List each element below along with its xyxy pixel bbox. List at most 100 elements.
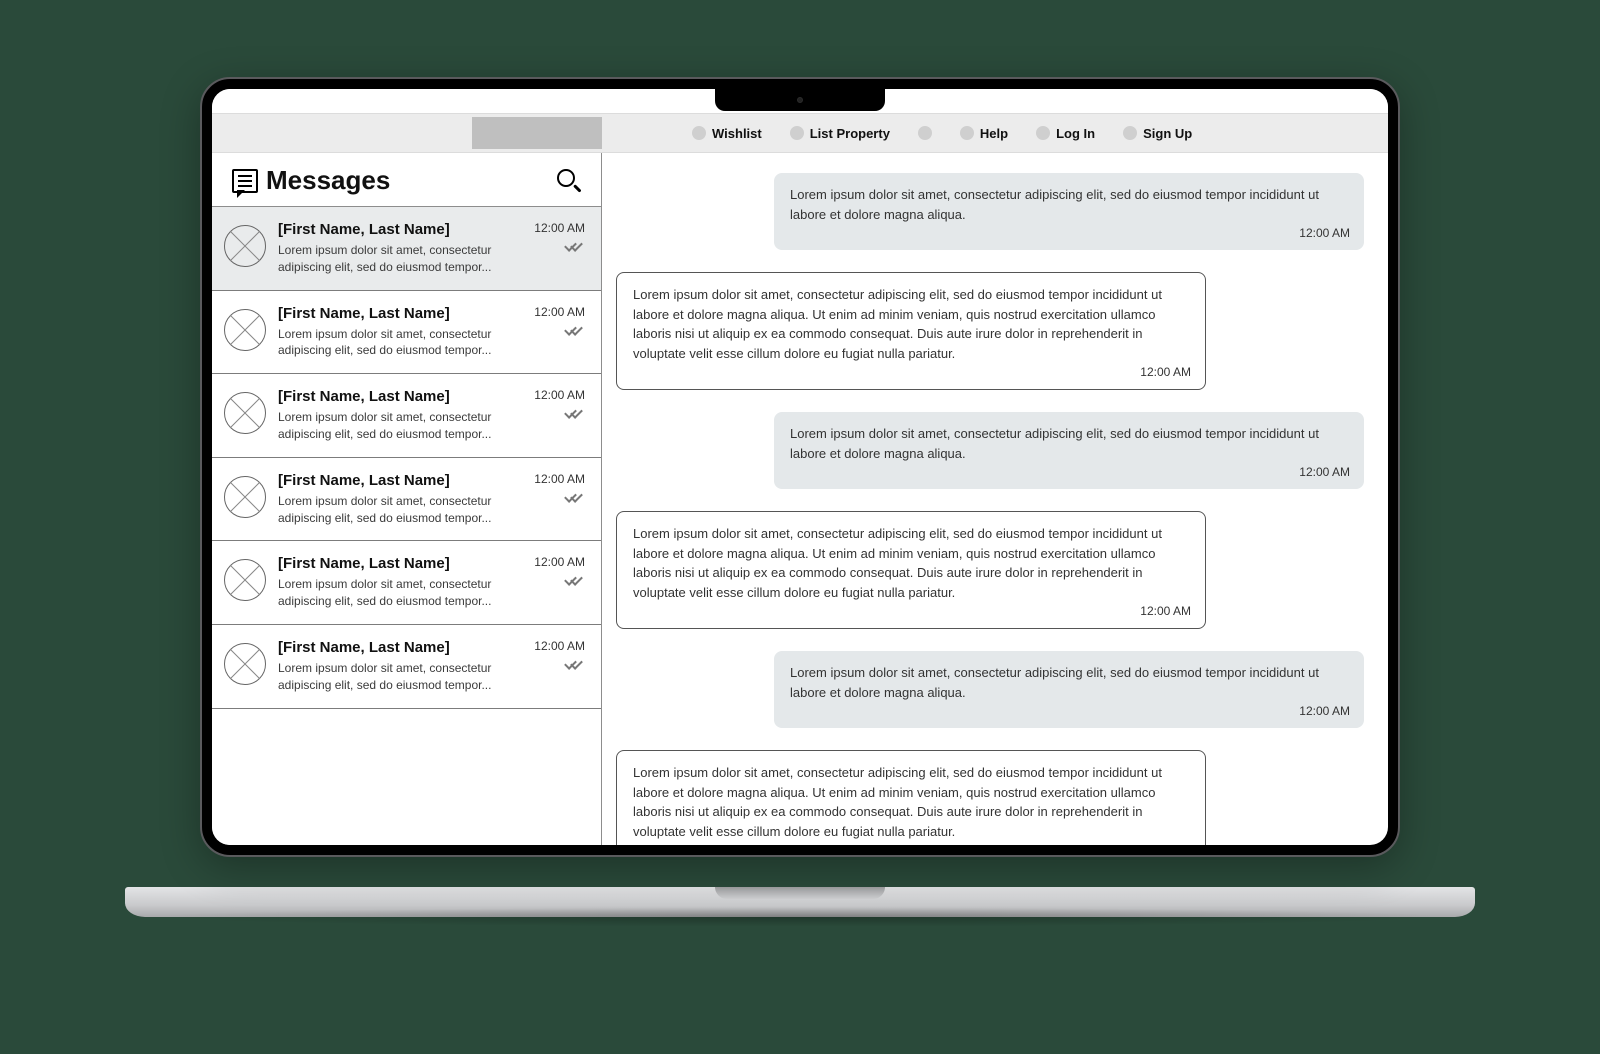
thread-time: 12:00 AM bbox=[534, 305, 585, 319]
dot-icon bbox=[918, 126, 932, 140]
thread-mid: [First Name, Last Name] Lorem ipsum dolor… bbox=[278, 472, 503, 527]
dot-icon bbox=[1123, 126, 1137, 140]
thread-name: [First Name, Last Name] bbox=[278, 388, 503, 405]
thread-item[interactable]: [First Name, Last Name] Lorem ipsum dolor… bbox=[212, 458, 601, 542]
nav-list-property-label: List Property bbox=[810, 126, 890, 141]
dot-icon bbox=[692, 126, 706, 140]
thread-item[interactable]: [First Name, Last Name] Lorem ipsum dolor… bbox=[212, 207, 601, 291]
nav-wishlist[interactable]: Wishlist bbox=[692, 126, 762, 141]
avatar-placeholder-icon bbox=[224, 225, 266, 267]
thread-preview: Lorem ipsum dolor sit amet, consectetur … bbox=[278, 409, 503, 443]
read-receipt-icon bbox=[565, 241, 585, 253]
thread-right: 12:00 AM bbox=[515, 472, 585, 504]
thread-preview: Lorem ipsum dolor sit amet, consectetur … bbox=[278, 576, 503, 610]
message-body: Lorem ipsum dolor sit amet, consectetur … bbox=[633, 765, 1162, 839]
thread-name: [First Name, Last Name] bbox=[278, 555, 503, 572]
thread-name: [First Name, Last Name] bbox=[278, 305, 503, 322]
nav-items: Wishlist List Property Help bbox=[692, 126, 1192, 141]
thread-list[interactable]: [First Name, Last Name] Lorem ipsum dolor… bbox=[212, 207, 601, 845]
message-body: Lorem ipsum dolor sit amet, consectetur … bbox=[790, 426, 1319, 461]
message-time: 12:00 AM bbox=[1299, 702, 1350, 720]
message-body: Lorem ipsum dolor sit amet, consectetur … bbox=[633, 526, 1162, 600]
avatar-placeholder-icon bbox=[224, 392, 266, 434]
nav-log-in[interactable]: Log In bbox=[1036, 126, 1095, 141]
thread-right: 12:00 AM bbox=[515, 388, 585, 420]
thread-time: 12:00 AM bbox=[534, 221, 585, 235]
message-body: Lorem ipsum dolor sit amet, consectetur … bbox=[790, 187, 1319, 222]
read-receipt-icon bbox=[565, 325, 585, 337]
nav-wishlist-label: Wishlist bbox=[712, 126, 762, 141]
nav-sign-up-label: Sign Up bbox=[1143, 126, 1192, 141]
thread-right: 12:00 AM bbox=[515, 555, 585, 587]
thread-name: [First Name, Last Name] bbox=[278, 472, 503, 489]
message-incoming: Lorem ipsum dolor sit amet, consectetur … bbox=[774, 173, 1364, 250]
message-time: 12:00 AM bbox=[1299, 463, 1350, 481]
main-split: Messages [First Name, Last Name] Lorem ip… bbox=[212, 153, 1388, 845]
message-time: 12:00 AM bbox=[1140, 363, 1191, 381]
laptop-frame: Wishlist List Property Help bbox=[125, 77, 1475, 977]
sidebar-title-text: Messages bbox=[266, 165, 390, 196]
thread-mid: [First Name, Last Name] Lorem ipsum dolor… bbox=[278, 221, 503, 276]
avatar-placeholder-icon bbox=[224, 643, 266, 685]
sidebar: Messages [First Name, Last Name] Lorem ip… bbox=[212, 153, 602, 845]
app-root: Wishlist List Property Help bbox=[212, 89, 1388, 845]
navbar: Wishlist List Property Help bbox=[212, 113, 1388, 153]
thread-name: [First Name, Last Name] bbox=[278, 639, 503, 656]
camera-icon bbox=[797, 97, 803, 103]
read-receipt-icon bbox=[565, 492, 585, 504]
nav-sign-up[interactable]: Sign Up bbox=[1123, 126, 1192, 141]
thread-mid: [First Name, Last Name] Lorem ipsum dolor… bbox=[278, 555, 503, 610]
thread-right: 12:00 AM bbox=[515, 221, 585, 253]
search-icon[interactable] bbox=[557, 169, 581, 193]
message-time: 12:00 AM bbox=[1140, 602, 1191, 620]
message-incoming: Lorem ipsum dolor sit amet, consectetur … bbox=[774, 651, 1364, 728]
message-incoming: Lorem ipsum dolor sit amet, consectetur … bbox=[774, 412, 1364, 489]
thread-item[interactable]: [First Name, Last Name] Lorem ipsum dolor… bbox=[212, 291, 601, 375]
laptop-body: Wishlist List Property Help bbox=[200, 77, 1400, 857]
thread-item[interactable]: [First Name, Last Name] Lorem ipsum dolor… bbox=[212, 541, 601, 625]
nav-log-in-label: Log In bbox=[1056, 126, 1095, 141]
avatar-placeholder-icon bbox=[224, 476, 266, 518]
thread-item[interactable]: [First Name, Last Name] Lorem ipsum dolor… bbox=[212, 374, 601, 458]
message-time: 12:00 AM bbox=[1299, 224, 1350, 242]
message-outgoing: Lorem ipsum dolor sit amet, consectetur … bbox=[616, 511, 1206, 629]
read-receipt-icon bbox=[565, 408, 585, 420]
thread-time: 12:00 AM bbox=[534, 639, 585, 653]
nav-help-label: Help bbox=[980, 126, 1008, 141]
thread-preview: Lorem ipsum dolor sit amet, consectetur … bbox=[278, 660, 503, 694]
dot-icon bbox=[1036, 126, 1050, 140]
avatar-placeholder-icon bbox=[224, 309, 266, 351]
laptop-base bbox=[125, 887, 1475, 917]
conversation-pane[interactable]: Lorem ipsum dolor sit amet, consectetur … bbox=[602, 153, 1388, 845]
dot-icon bbox=[960, 126, 974, 140]
thread-time: 12:00 AM bbox=[534, 472, 585, 486]
thread-preview: Lorem ipsum dolor sit amet, consectetur … bbox=[278, 326, 503, 360]
message-outgoing: Lorem ipsum dolor sit amet, consectetur … bbox=[616, 750, 1206, 845]
thread-right: 12:00 AM bbox=[515, 305, 585, 337]
laptop-notch bbox=[715, 89, 885, 111]
sidebar-title: Messages bbox=[232, 165, 390, 196]
messages-icon bbox=[232, 169, 258, 193]
laptop-screen: Wishlist List Property Help bbox=[212, 89, 1388, 845]
sidebar-header: Messages bbox=[212, 153, 601, 207]
thread-item[interactable]: [First Name, Last Name] Lorem ipsum dolor… bbox=[212, 625, 601, 709]
thread-preview: Lorem ipsum dolor sit amet, consectetur … bbox=[278, 242, 503, 276]
thread-mid: [First Name, Last Name] Lorem ipsum dolor… bbox=[278, 639, 503, 694]
nav-list-property[interactable]: List Property bbox=[790, 126, 890, 141]
message-outgoing: Lorem ipsum dolor sit amet, consectetur … bbox=[616, 272, 1206, 390]
brand-placeholder bbox=[472, 117, 602, 149]
message-body: Lorem ipsum dolor sit amet, consectetur … bbox=[633, 287, 1162, 361]
thread-name: [First Name, Last Name] bbox=[278, 221, 503, 238]
thread-time: 12:00 AM bbox=[534, 388, 585, 402]
thread-right: 12:00 AM bbox=[515, 639, 585, 671]
message-time: 12:00 AM bbox=[1140, 841, 1191, 845]
thread-time: 12:00 AM bbox=[534, 555, 585, 569]
thread-mid: [First Name, Last Name] Lorem ipsum dolor… bbox=[278, 305, 503, 360]
thread-preview: Lorem ipsum dolor sit amet, consectetur … bbox=[278, 493, 503, 527]
thread-mid: [First Name, Last Name] Lorem ipsum dolor… bbox=[278, 388, 503, 443]
dot-icon bbox=[790, 126, 804, 140]
nav-help[interactable]: Help bbox=[960, 126, 1008, 141]
avatar-placeholder-icon bbox=[224, 559, 266, 601]
read-receipt-icon bbox=[565, 575, 585, 587]
read-receipt-icon bbox=[565, 659, 585, 671]
